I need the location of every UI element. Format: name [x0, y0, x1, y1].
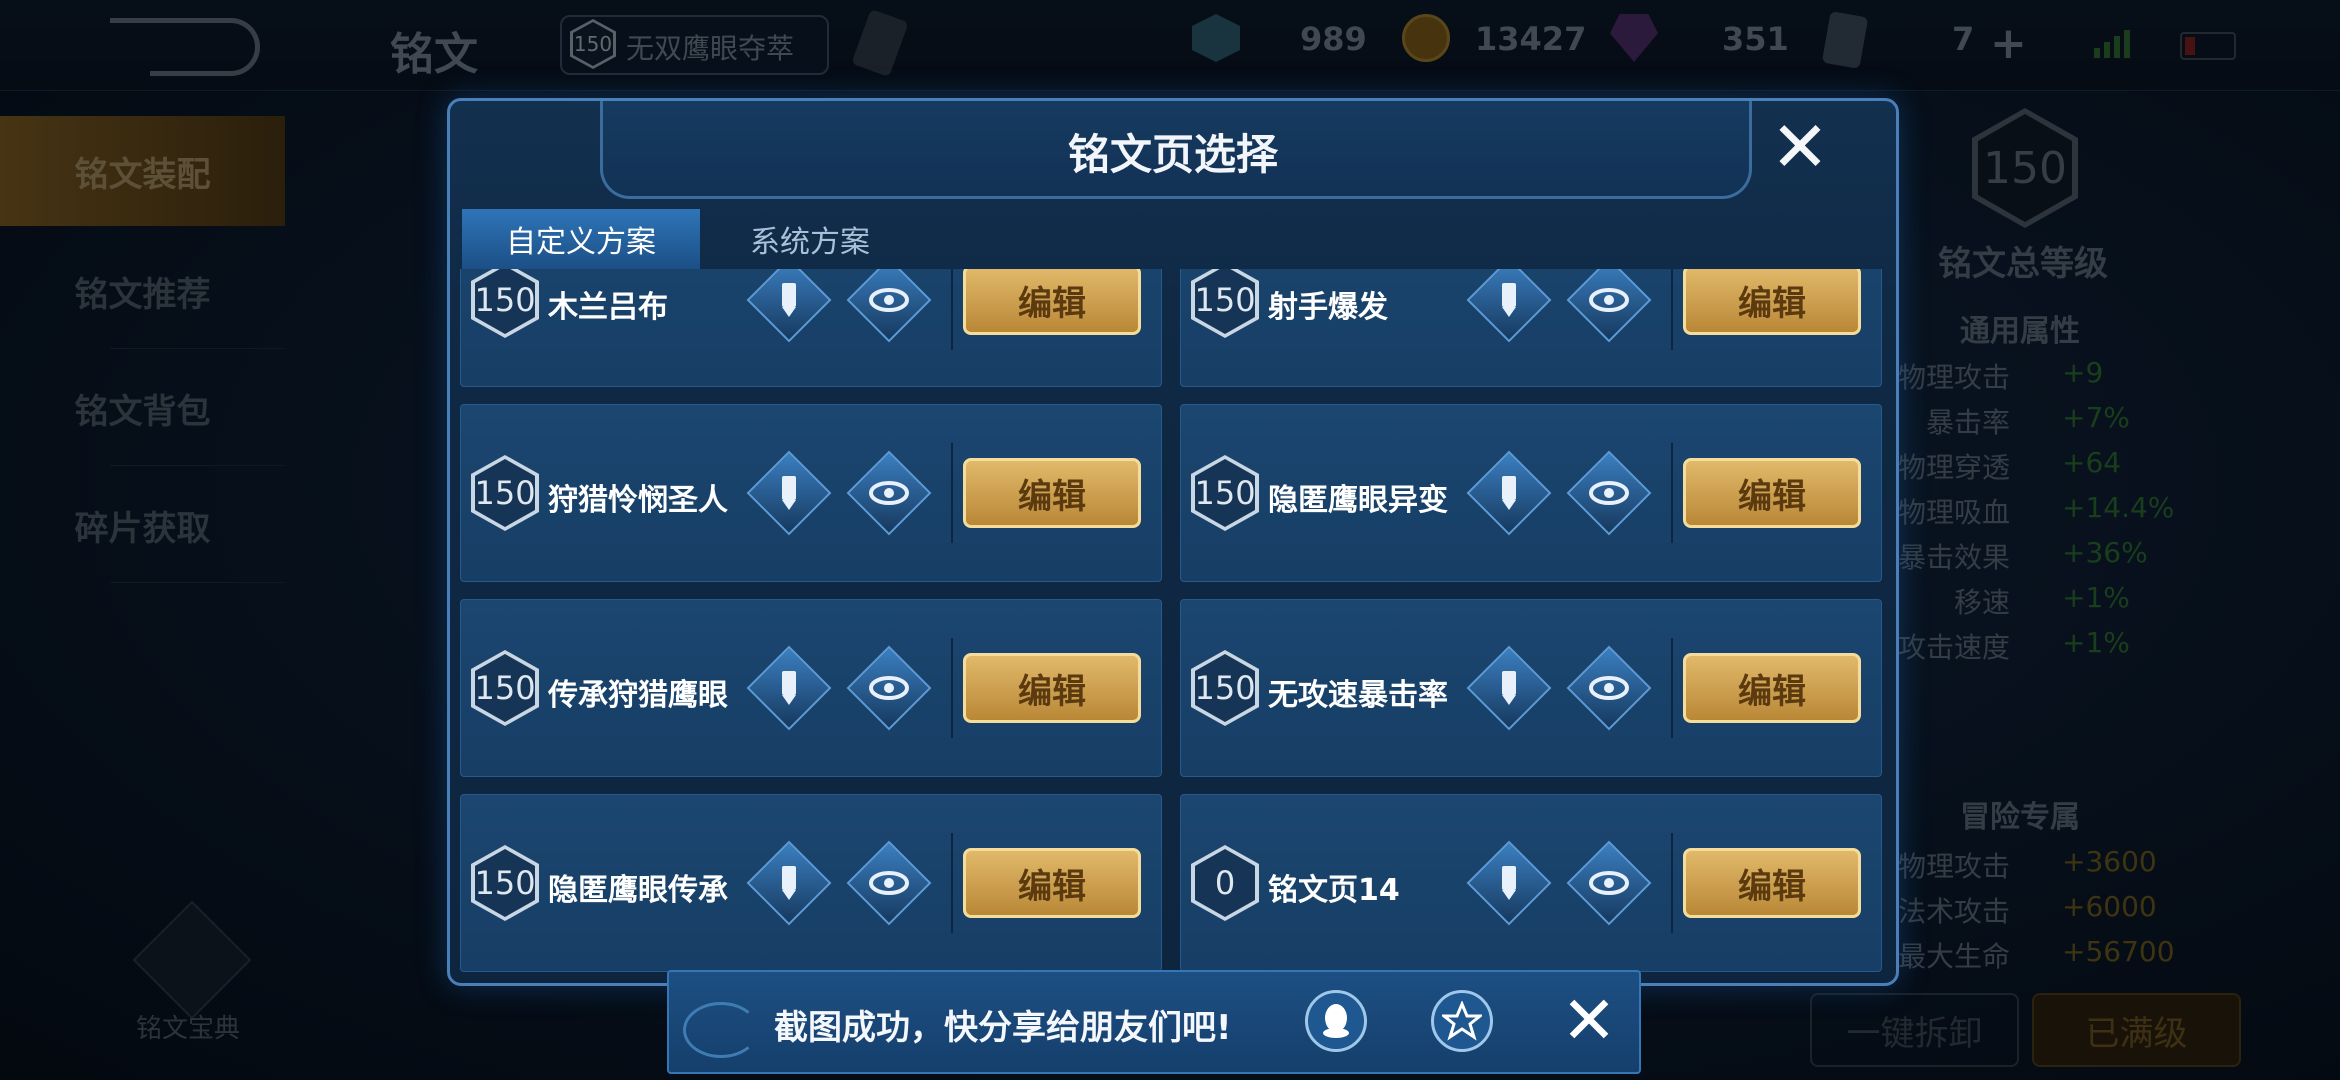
qq-share-icon[interactable]: [1305, 990, 1367, 1052]
card-divider: [951, 269, 953, 350]
edit-button[interactable]: 编辑: [1683, 848, 1861, 918]
rune-page-card[interactable]: 150 隐匿鹰眼异变 编辑: [1180, 404, 1882, 582]
page-name: 狩猎怜悯圣人: [548, 483, 728, 518]
modal-close-button[interactable]: ✕: [1768, 112, 1832, 182]
rename-button[interactable]: [1466, 450, 1552, 536]
qzone-share-icon[interactable]: [1431, 990, 1493, 1052]
preview-button[interactable]: [1566, 450, 1652, 536]
rune-page-select-modal: 铭文页选择 ✕ 自定义方案 系统方案 150 木兰吕布 编辑 150 射手爆发 …: [447, 98, 1899, 986]
rename-button[interactable]: [746, 645, 832, 731]
rune-page-card[interactable]: 150 射手爆发 编辑: [1180, 269, 1882, 387]
rune-page-card[interactable]: 150 狩猎怜悯圣人 编辑: [460, 404, 1162, 582]
page-name: 射手爆发: [1268, 290, 1388, 325]
card-divider: [1671, 443, 1673, 543]
level-hex-icon: 150: [471, 650, 539, 726]
level-hex-icon: 0: [1191, 845, 1259, 921]
card-divider: [1671, 269, 1673, 350]
level-hex-icon: 150: [1191, 269, 1259, 338]
level-hex-icon: 150: [471, 455, 539, 531]
rename-button[interactable]: [1466, 840, 1552, 926]
card-divider: [951, 443, 953, 543]
tab-system-plans[interactable]: 系统方案: [700, 209, 920, 269]
cloud-swirl-icon: [683, 1002, 759, 1058]
preview-button[interactable]: [846, 450, 932, 536]
level-hex-icon: 150: [1191, 455, 1259, 531]
rune-page-card[interactable]: 150 无攻速暴击率 编辑: [1180, 599, 1882, 777]
edit-button[interactable]: 编辑: [963, 653, 1141, 723]
rune-page-card[interactable]: 0 铭文页14 编辑: [1180, 794, 1882, 972]
edit-button[interactable]: 编辑: [1683, 458, 1861, 528]
toast-close-button[interactable]: ✕: [1554, 986, 1624, 1056]
card-divider: [1671, 638, 1673, 738]
card-divider: [1671, 833, 1673, 933]
preview-button[interactable]: [1566, 269, 1652, 343]
page-name: 无攻速暴击率: [1268, 678, 1448, 713]
rename-button[interactable]: [746, 269, 832, 343]
screenshot-toast: 截图成功，快分享给朋友们吧! ✕: [667, 970, 1641, 1074]
rune-page-card[interactable]: 150 隐匿鹰眼传承 编辑: [460, 794, 1162, 972]
edit-button[interactable]: 编辑: [963, 848, 1141, 918]
preview-button[interactable]: [846, 645, 932, 731]
card-divider: [951, 833, 953, 933]
rune-page-card[interactable]: 150 传承狩猎鹰眼 编辑: [460, 599, 1162, 777]
page-name: 木兰吕布: [548, 290, 668, 325]
edit-button[interactable]: 编辑: [963, 269, 1141, 335]
edit-button[interactable]: 编辑: [1683, 653, 1861, 723]
page-name: 隐匿鹰眼异变: [1268, 483, 1448, 518]
tab-custom-plans[interactable]: 自定义方案: [462, 209, 700, 273]
page-name: 隐匿鹰眼传承: [548, 873, 728, 908]
level-hex-icon: 150: [471, 269, 539, 338]
preview-button[interactable]: [846, 840, 932, 926]
edit-button[interactable]: 编辑: [963, 458, 1141, 528]
rename-button[interactable]: [746, 450, 832, 536]
preview-button[interactable]: [1566, 645, 1652, 731]
rename-button[interactable]: [1466, 269, 1552, 343]
preview-button[interactable]: [846, 269, 932, 343]
rune-page-card[interactable]: 150 木兰吕布 编辑: [460, 269, 1162, 387]
level-hex-icon: 150: [471, 845, 539, 921]
rename-button[interactable]: [746, 840, 832, 926]
edit-button[interactable]: 编辑: [1683, 269, 1861, 335]
rename-button[interactable]: [1466, 645, 1552, 731]
preview-button[interactable]: [1566, 840, 1652, 926]
page-name: 铭文页14: [1268, 873, 1400, 908]
toast-message: 截图成功，快分享给朋友们吧!: [774, 1008, 1232, 1048]
page-name: 传承狩猎鹰眼: [548, 678, 728, 713]
card-divider: [951, 638, 953, 738]
level-hex-icon: 150: [1191, 650, 1259, 726]
rune-page-list[interactable]: 150 木兰吕布 编辑 150 射手爆发 编辑 150 狩猎怜悯圣人 编辑 15…: [460, 269, 1886, 974]
modal-title: 铭文页选择: [1067, 130, 1278, 179]
